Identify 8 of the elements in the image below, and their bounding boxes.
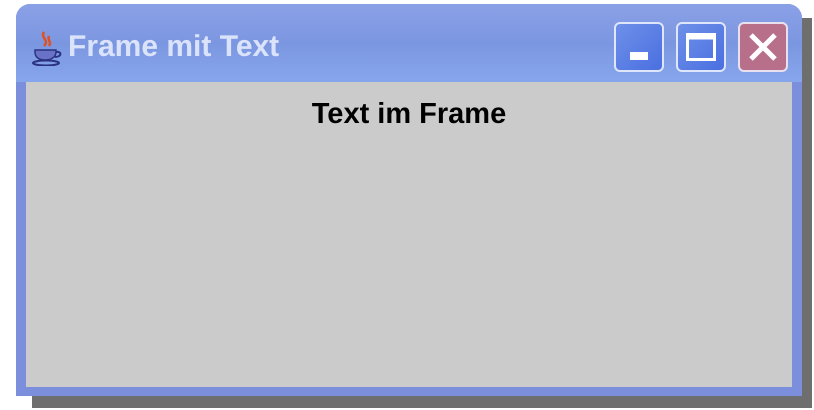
maximize-icon	[686, 33, 716, 61]
minimize-button[interactable]	[614, 22, 664, 72]
close-button[interactable]	[738, 22, 788, 72]
window-title: Frame mit Text	[68, 32, 280, 62]
minimize-icon	[630, 52, 648, 60]
maximize-button[interactable]	[676, 22, 726, 72]
frame-label: Text im Frame	[312, 100, 506, 129]
close-icon	[748, 32, 778, 62]
